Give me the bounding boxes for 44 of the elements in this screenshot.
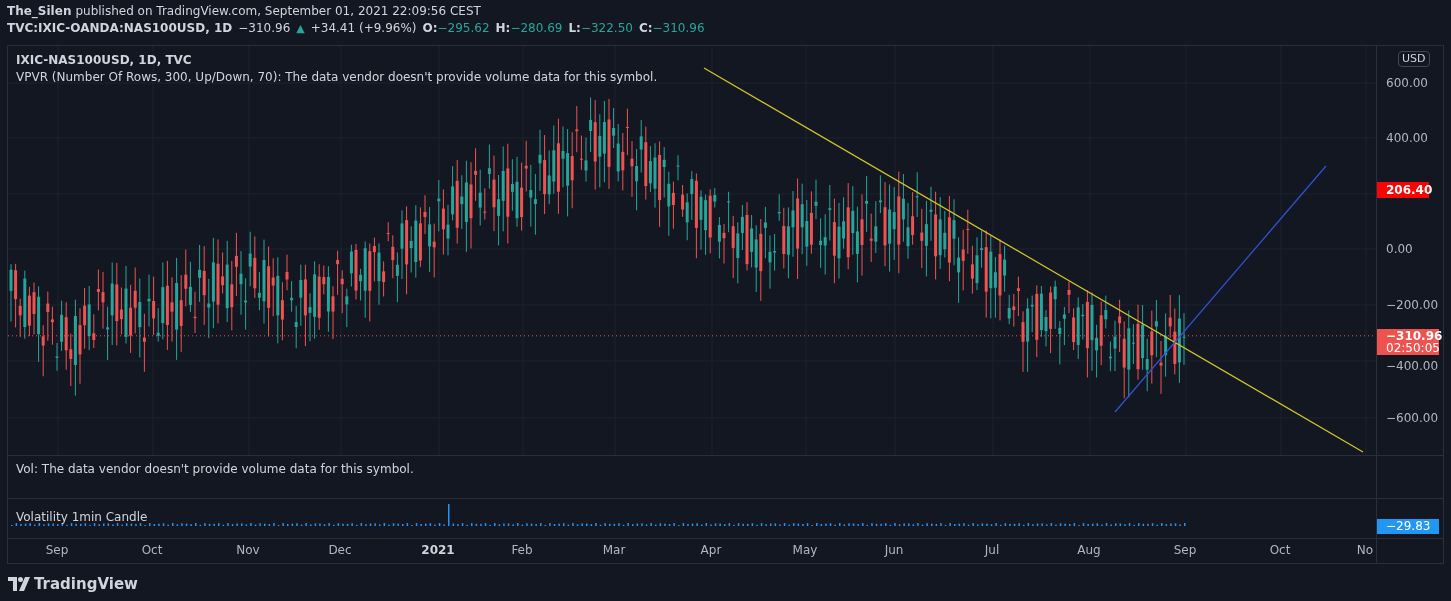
price-tick: 400.00 <box>1386 131 1428 145</box>
ohlc-value: −280.69 <box>510 20 563 37</box>
price-tick: −200.00 <box>1386 298 1439 312</box>
currency-badge[interactable]: USD <box>1398 51 1430 67</box>
symbol-title: TVC:IXIC-OANDA:NAS100USD, 1D <box>7 20 233 37</box>
pane-title: IXIC-NAS100USD, 1D, TVC <box>16 52 192 69</box>
logo-text: TradingView <box>34 574 138 595</box>
time-tick: Apr <box>700 543 722 558</box>
price-tick: 0.00 <box>1386 242 1413 256</box>
price-tick: 600.00 <box>1386 76 1428 90</box>
time-tick: May <box>792 543 818 558</box>
time-tick: Sep <box>1173 543 1197 558</box>
time-tick: Jun <box>884 543 904 558</box>
time-tick: No <box>1356 543 1374 558</box>
published-text: published on TradingView.com, September 01, 2021 22:09:56 CEST <box>75 3 481 20</box>
author-name: The_Silen <box>7 3 72 20</box>
time-tick: Oct <box>1269 543 1291 558</box>
ohlc-label: O: <box>422 20 438 37</box>
time-tick: Nov <box>236 543 260 558</box>
time-tick: Mar <box>602 543 626 558</box>
price-tick: −400.00 <box>1386 359 1439 373</box>
time-tick: Jul <box>984 543 1000 558</box>
ohlc-value: −322.50 <box>580 20 633 37</box>
time-tick: Dec <box>328 543 352 558</box>
ohlc-label: L: <box>568 20 581 37</box>
logo-icon <box>8 577 30 592</box>
time-tick: Aug <box>1077 543 1101 558</box>
time-tick: Oct <box>141 543 163 558</box>
time-tick: 2021 <box>421 543 455 558</box>
countdown-timer: 02:50:05 <box>1386 342 1439 354</box>
ohlc-label: H: <box>495 20 511 37</box>
last-price: −310.96 <box>238 20 291 37</box>
price-tick: −600.00 <box>1386 411 1439 425</box>
volatility-reading-badge: −29.83 <box>1377 519 1439 534</box>
time-tick: Sep <box>45 543 69 558</box>
indicator-note: VPVR (Number Of Rows, 300, Up/Down, 70): The data vendor doesn't provide volume data for this symbol. <box>16 69 658 86</box>
ohlc-value: −295.62 <box>437 20 490 37</box>
time-tick: Feb <box>511 543 533 558</box>
up-arrow-icon: ▲ <box>296 20 305 37</box>
ohlc-value: −310.96 <box>652 20 705 37</box>
price-change: +34.41 (+9.96%) <box>310 20 417 37</box>
ohlc-label: C: <box>638 20 653 37</box>
volume-note: Vol: The data vendor doesn't provide volume data for this symbol. <box>16 462 414 476</box>
indicator-title: Volatility 1min Candle <box>16 509 148 526</box>
